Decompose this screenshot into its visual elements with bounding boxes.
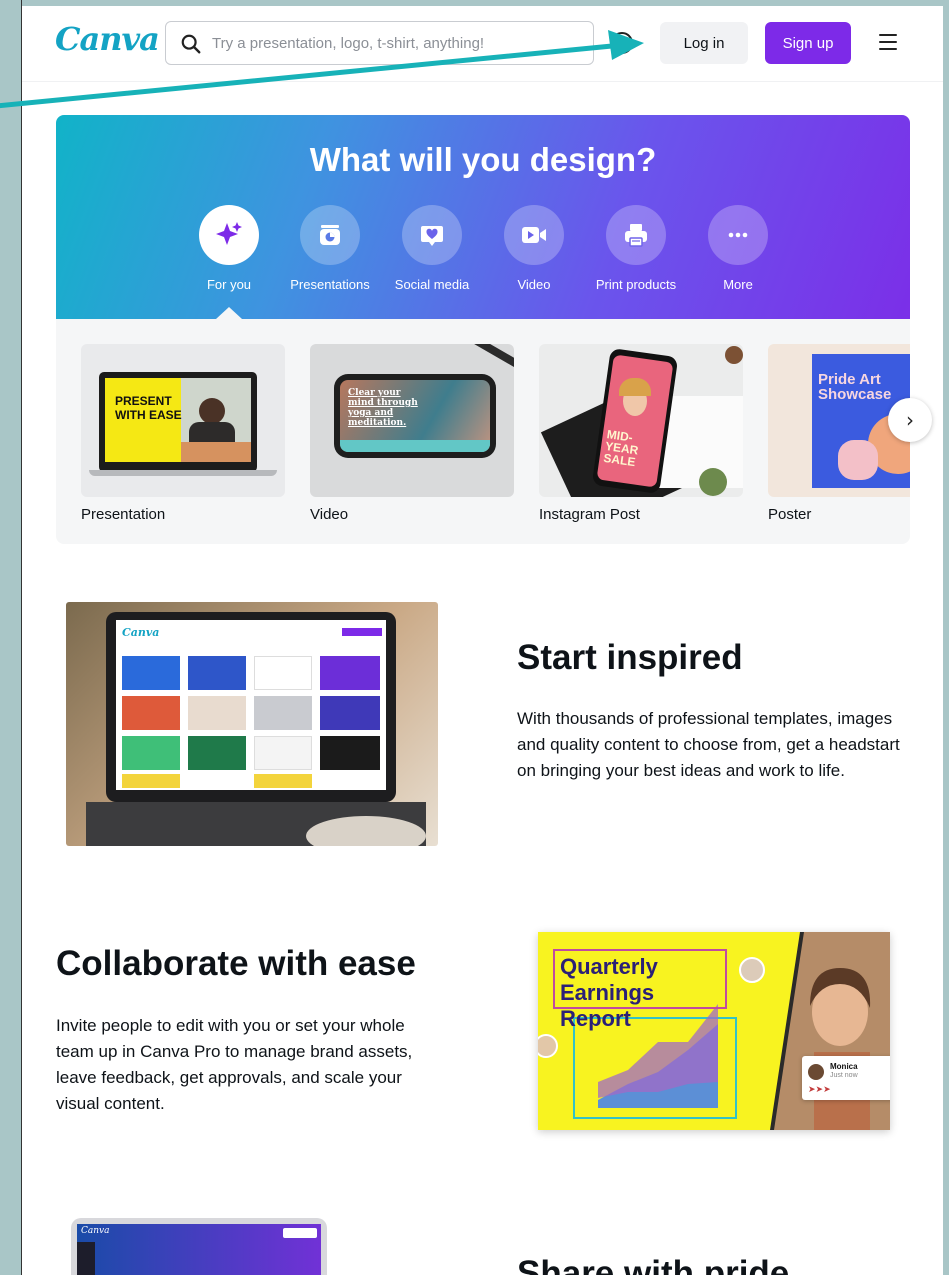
- template-carousel: PRESENT WITH EASE Presentation Clear you…: [56, 319, 910, 544]
- feature-title-collaborate: Collaborate with ease: [56, 944, 416, 983]
- search-input[interactable]: [212, 22, 582, 64]
- rocket-emoji-icons: ➤➤➤: [808, 1084, 831, 1094]
- presentation-icon: [320, 225, 340, 245]
- template-name: Poster: [768, 506, 812, 523]
- avatar: [808, 1064, 824, 1080]
- heart-chat-icon: [421, 226, 443, 246]
- feature-text-collaborate: Invite people to edit with you or set yo…: [56, 1016, 413, 1113]
- category-presentations[interactable]: Presentations: [275, 205, 385, 305]
- video-camera-icon: [522, 227, 546, 243]
- hamburger-menu-icon[interactable]: [879, 34, 897, 50]
- poster-thumb-text: Pride Art Showcase: [818, 371, 892, 403]
- feature-title-share: Share with pride: [517, 1254, 790, 1275]
- canva-logo[interactable]: Canva: [55, 20, 160, 58]
- template-name: Video: [310, 506, 349, 523]
- category-for-you[interactable]: For you: [174, 205, 284, 305]
- share-tablet-image: Canva: [71, 1218, 327, 1275]
- template-name: Instagram Post: [539, 506, 640, 523]
- feature-title-start-inspired: Start inspired: [517, 638, 743, 677]
- comment-author: Monica: [830, 1062, 858, 1071]
- design-hero-banner: What will you design? For you Presentati…: [56, 115, 910, 319]
- category-more[interactable]: More: [683, 205, 793, 305]
- laptop-templates-image: Canva: [66, 602, 438, 846]
- category-video[interactable]: Video: [479, 205, 589, 305]
- search-bar[interactable]: [165, 21, 594, 65]
- top-navigation: Canva Log in Sign up: [21, 6, 943, 82]
- video-thumb-text: Clear your mind through yoga and meditat…: [348, 388, 418, 428]
- category-label: Video: [517, 277, 551, 292]
- sparkle-icon: [216, 222, 242, 245]
- help-icon[interactable]: [611, 32, 633, 54]
- more-dots-icon: [728, 232, 748, 238]
- hero-title: What will you design?: [309, 141, 657, 178]
- collab-image-title: Quarterly Earnings Report: [560, 954, 658, 1031]
- template-name: Presentation: [81, 506, 166, 523]
- category-label: More: [723, 277, 753, 292]
- search-icon: [181, 34, 201, 54]
- presentation-thumb-text: PRESENT WITH EASE: [115, 394, 182, 422]
- category-label: Print products: [595, 277, 677, 292]
- instagram-thumb-text: MID-YEAR SALE: [602, 427, 640, 470]
- comment-card: Monica Just now ➤➤➤: [802, 1056, 890, 1100]
- window-left-edge: [21, 0, 22, 1275]
- category-label: Social media: [394, 277, 470, 292]
- instagram-post-thumbnail: MID-YEAR SALE: [539, 344, 743, 497]
- category-social-media[interactable]: Social media: [377, 205, 487, 305]
- template-card-presentation[interactable]: PRESENT WITH EASE Presentation: [81, 344, 285, 523]
- video-thumbnail: Clear your mind through yoga and meditat…: [310, 344, 514, 497]
- active-category-pointer: [216, 307, 242, 319]
- category-print-products[interactable]: Print products: [581, 205, 691, 305]
- presentation-thumbnail: PRESENT WITH EASE: [81, 344, 285, 497]
- printer-icon: [625, 224, 647, 247]
- login-button[interactable]: Log in: [660, 22, 748, 64]
- category-label: For you: [206, 277, 252, 292]
- canva-homepage: Canva Log in Sign up What will you desig…: [21, 6, 943, 1275]
- template-card-instagram-post[interactable]: MID-YEAR SALE Instagram Post: [539, 344, 743, 523]
- carousel-next-button[interactable]: ›: [888, 398, 932, 442]
- signup-button[interactable]: Sign up: [765, 22, 851, 64]
- comment-time: Just now: [830, 1072, 858, 1079]
- template-card-video[interactable]: Clear your mind through yoga and meditat…: [310, 344, 514, 523]
- category-label: Presentations: [290, 277, 370, 292]
- quarterly-report-collab-image: Quarterly Earnings Report Monica Just no…: [538, 932, 890, 1130]
- feature-text-start-inspired: With thousands of professional templates…: [517, 709, 900, 780]
- template-card-poster[interactable]: Pride Art Showcase Poster: [768, 344, 910, 523]
